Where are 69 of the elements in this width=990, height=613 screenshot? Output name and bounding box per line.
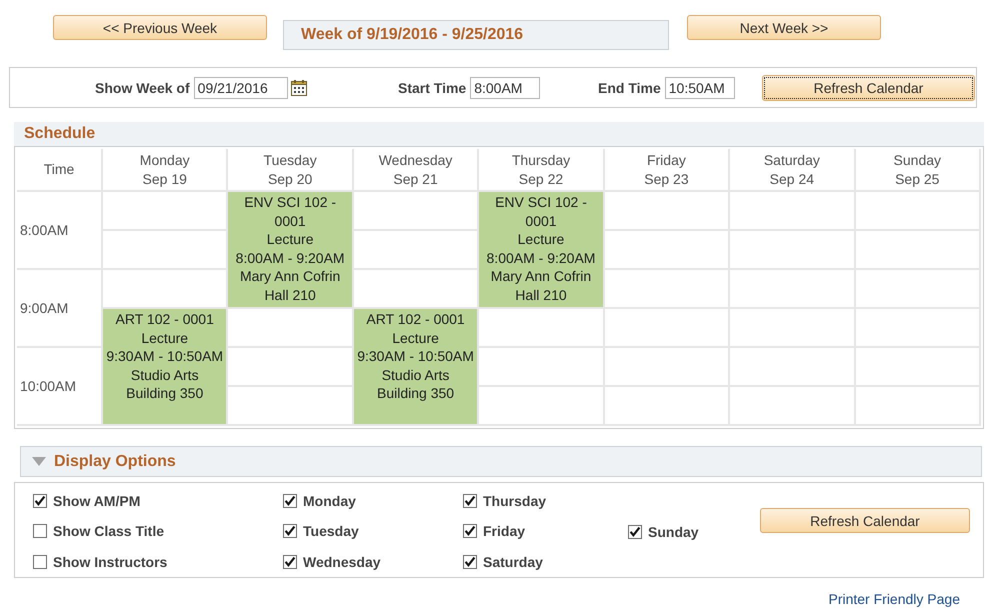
time-label: 10:00AM bbox=[20, 378, 76, 394]
checkbox-label[interactable]: Show Class Title bbox=[53, 523, 164, 540]
day-date: Sep 25 bbox=[895, 170, 940, 188]
class-component: Lecture bbox=[141, 328, 188, 347]
schedule-heading: Schedule bbox=[14, 122, 984, 146]
day-date: Sep 24 bbox=[770, 170, 814, 188]
previous-week-button[interactable]: << Previous Week bbox=[53, 15, 267, 40]
course-code: ENV SCI 102 - 0001 bbox=[494, 193, 588, 230]
class-location: Mary Ann Cofrin Hall 210 bbox=[490, 267, 592, 304]
day-date: Sep 23 bbox=[644, 170, 689, 188]
checkbox[interactable] bbox=[33, 494, 47, 508]
class-time: 8:00AM - 9:20AM bbox=[486, 248, 596, 267]
checkbox[interactable] bbox=[33, 554, 47, 569]
day-date: Sep 20 bbox=[268, 170, 312, 188]
checkbox[interactable] bbox=[283, 494, 297, 508]
class-location: Studio Arts Building 350 bbox=[376, 366, 456, 402]
checkbox[interactable] bbox=[33, 524, 47, 538]
field-label: End Time bbox=[598, 80, 661, 96]
checkbox-label[interactable]: Friday bbox=[483, 523, 526, 540]
day-name: Sunday bbox=[894, 150, 942, 170]
day-name: Friday bbox=[646, 150, 686, 170]
field-label: Show Week of bbox=[95, 80, 190, 96]
checkbox[interactable] bbox=[628, 524, 642, 538]
day-name: Monday bbox=[140, 150, 190, 170]
section-title[interactable]: Display Options bbox=[54, 452, 176, 470]
class-time: 9:30AM - 10:50AM bbox=[106, 347, 224, 366]
day-date: Sep 21 bbox=[393, 170, 438, 188]
time-field[interactable]: 8:00AM bbox=[470, 76, 540, 98]
refresh-calendar-button[interactable]: Refresh Calendar bbox=[762, 74, 975, 100]
checkbox-label[interactable]: Sunday bbox=[648, 524, 699, 540]
time-label: 8:00AM bbox=[20, 222, 68, 238]
next-week-button[interactable]: Next Week >> bbox=[687, 15, 881, 40]
class-time: 9:30AM - 10:50AM bbox=[357, 347, 474, 366]
class-component: Lecture bbox=[392, 328, 439, 347]
checkbox-label[interactable]: Show AM/PM bbox=[53, 493, 140, 510]
course-code: ART 102 - 0001 bbox=[366, 310, 465, 328]
course-code: ENV SCI 102 - 0001 bbox=[243, 193, 338, 230]
day-date: Sep 22 bbox=[518, 170, 564, 188]
day-name: Thursday bbox=[512, 150, 570, 170]
checkbox-label[interactable]: Saturday bbox=[483, 554, 543, 570]
field-label: Start Time bbox=[398, 80, 466, 96]
calendar-icon[interactable] bbox=[290, 80, 307, 96]
refresh-calendar-button[interactable]: Refresh Calendar bbox=[760, 508, 970, 533]
time-field[interactable]: 10:50AM bbox=[664, 76, 735, 98]
checkbox-label[interactable]: Thursday bbox=[483, 493, 546, 510]
day-name: Wednesday bbox=[378, 150, 452, 170]
week-title: Week of 9/19/2016 - 9/25/2016 bbox=[283, 20, 669, 50]
checkbox[interactable] bbox=[283, 554, 297, 569]
day-name: Tuesday bbox=[264, 150, 317, 170]
class-component: Lecture bbox=[518, 230, 564, 248]
checkbox[interactable] bbox=[283, 524, 297, 538]
checkbox-label[interactable]: Show Instructors bbox=[53, 554, 168, 570]
checkbox-label[interactable]: Monday bbox=[303, 493, 356, 510]
day-name: Saturday bbox=[764, 150, 820, 170]
class-component: Lecture bbox=[266, 230, 314, 248]
checkbox[interactable] bbox=[463, 554, 477, 569]
class-location: Mary Ann Cofrin Hall 210 bbox=[238, 267, 342, 304]
day-date: Sep 19 bbox=[142, 170, 187, 188]
course-code: ART 102 - 0001 bbox=[116, 310, 214, 328]
checkbox-label[interactable]: Wednesday bbox=[303, 554, 381, 570]
class-location: Studio Arts Building 350 bbox=[125, 366, 204, 402]
checkbox-label[interactable]: Tuesday bbox=[303, 523, 359, 540]
date-field[interactable]: 09/21/2016 bbox=[194, 76, 288, 98]
checkbox[interactable] bbox=[463, 524, 477, 538]
time-label: 9:00AM bbox=[20, 300, 68, 316]
checkbox[interactable] bbox=[463, 494, 477, 508]
time-column-header: Time bbox=[44, 160, 74, 179]
printer-friendly-link[interactable]: Printer Friendly Page bbox=[828, 591, 960, 607]
class-time: 8:00AM - 9:20AM bbox=[236, 248, 345, 267]
